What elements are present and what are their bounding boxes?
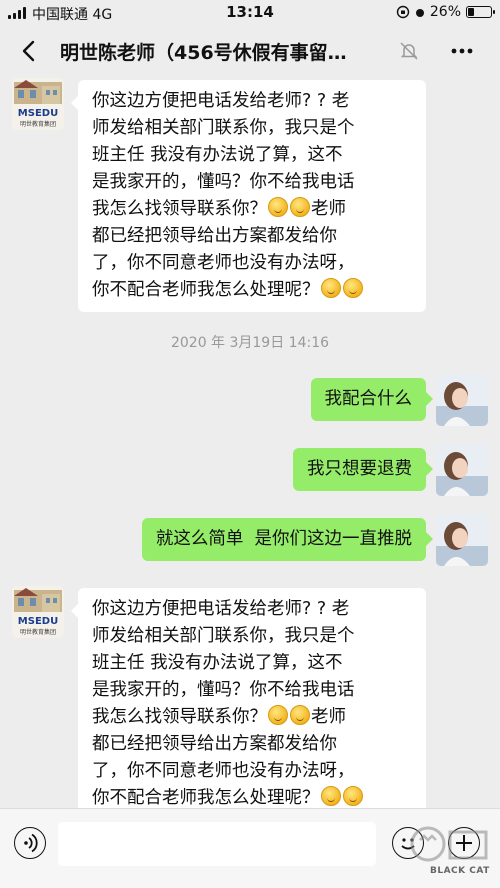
battery-icon bbox=[466, 6, 495, 18]
smile-emoji-icon bbox=[268, 197, 288, 217]
message-line: 都已经把领导给出方案都发给你 bbox=[92, 226, 337, 246]
message-line: 了，你不同意老师也没有办法呀， bbox=[92, 761, 355, 781]
orientation-lock-icon bbox=[396, 5, 410, 19]
message-line: 班主任 我没有办法说了算，这不 bbox=[92, 145, 343, 165]
message-bubble-outgoing[interactable]: 就这么简单 是你们这边一直推脱 bbox=[141, 518, 434, 561]
chevron-left-icon[interactable] bbox=[18, 39, 42, 63]
message-line: 是我家开的，懂吗？你不给我电话 bbox=[92, 680, 355, 700]
message-bubble-incoming[interactable]: 你这边方便把电话发给老师? ? 老 师发给相关部门联系你，我只是个 班主任 我没… bbox=[71, 80, 426, 312]
smile-emoji-icon bbox=[342, 278, 363, 298]
message-bubble-outgoing[interactable]: 我只想要退费 bbox=[293, 448, 433, 491]
message-line: 师发给相关部门联系你，我只是个 bbox=[92, 626, 355, 646]
smile-emoji-icon bbox=[290, 705, 310, 725]
message-line: 了，你不同意老师也没有办法呀， bbox=[92, 253, 355, 273]
smile-emoji-icon bbox=[320, 786, 341, 806]
message-line: 我怎么找领导联系你？ 老师 bbox=[92, 197, 346, 219]
status-right: 26% bbox=[396, 4, 495, 20]
battery-percent: 26% bbox=[429, 4, 461, 20]
smile-emoji-icon bbox=[290, 197, 310, 217]
smile-emoji-icon bbox=[342, 786, 363, 806]
message-text: 就这么简单 是你们这边一直推脱 bbox=[155, 529, 412, 549]
message-line: 是我家开的，懂吗？你不给我电话 bbox=[92, 172, 355, 192]
school-logo-icon: MSEDU 明世教育集团 bbox=[12, 586, 64, 638]
more-dots-icon[interactable] bbox=[450, 40, 474, 62]
message-line: 我怎么找领导联系你？ 老师 bbox=[92, 705, 346, 727]
school-logo-text: MSEDU bbox=[18, 108, 58, 119]
alarm-icon bbox=[415, 9, 424, 17]
avatar-self[interactable] bbox=[436, 374, 488, 426]
status-bar: 中国联通 4G 13:14 26% bbox=[0, 0, 500, 26]
avatar-school[interactable]: MSEDU 明世教育集团 bbox=[12, 586, 64, 638]
message-line: 都已经把领导给出方案都发给你 bbox=[92, 734, 337, 754]
avatar-school[interactable]: MSEDU 明世教育集团 bbox=[12, 78, 64, 130]
watermark-text: BLACK CAT bbox=[430, 866, 490, 876]
school-logo-caption: 明世教育集团 bbox=[20, 628, 56, 636]
user-avatar-icon bbox=[436, 374, 488, 426]
message-text: 我只想要退费 bbox=[307, 459, 412, 479]
smile-emoji-icon bbox=[320, 278, 341, 298]
chat-header: 明世陈老师（456号休假有事留… bbox=[0, 26, 500, 76]
smile-emoji-icon bbox=[268, 705, 288, 725]
message-text: 我配合什么 bbox=[324, 389, 413, 409]
chat-title[interactable]: 明世陈老师（456号休假有事留… bbox=[60, 38, 390, 65]
message-bubble-outgoing[interactable]: 我配合什么 bbox=[310, 378, 433, 421]
message-timestamp: 2020 年 3月19日 14:16 bbox=[170, 335, 330, 351]
bell-muted-icon bbox=[400, 42, 418, 60]
user-avatar-icon bbox=[436, 514, 488, 566]
school-logo-icon: MSEDU 明世教育集团 bbox=[12, 78, 64, 130]
school-logo-caption: 明世教育集团 bbox=[20, 120, 56, 128]
voice-icon[interactable] bbox=[14, 827, 46, 859]
avatar-self[interactable] bbox=[436, 444, 488, 496]
school-logo-text: MSEDU bbox=[18, 616, 58, 627]
message-line: 你这边方便把电话发给老师? ? 老 bbox=[92, 91, 350, 111]
avatar-self[interactable] bbox=[436, 514, 488, 566]
message-input[interactable] bbox=[58, 822, 376, 866]
voice-wave-icon bbox=[24, 833, 38, 853]
message-bubble-incoming[interactable]: 你这边方便把电话发给老师? ? 老 师发给相关部门联系你，我只是个 班主任 我没… bbox=[71, 588, 426, 820]
message-line: 你这边方便把电话发给老师? ? 老 bbox=[92, 599, 350, 619]
message-line: 班主任 我没有办法说了算，这不 bbox=[92, 653, 343, 673]
chat-area[interactable]: MSEDU 明世教育集团 你这边方便把电话发给老师? ? 老 师发给相关部门联系… bbox=[0, 76, 500, 820]
message-line: 你不配合老师我怎么处理呢？ bbox=[92, 277, 412, 304]
message-line: 师发给相关部门联系你，我只是个 bbox=[92, 118, 355, 138]
user-avatar-icon bbox=[436, 444, 488, 496]
